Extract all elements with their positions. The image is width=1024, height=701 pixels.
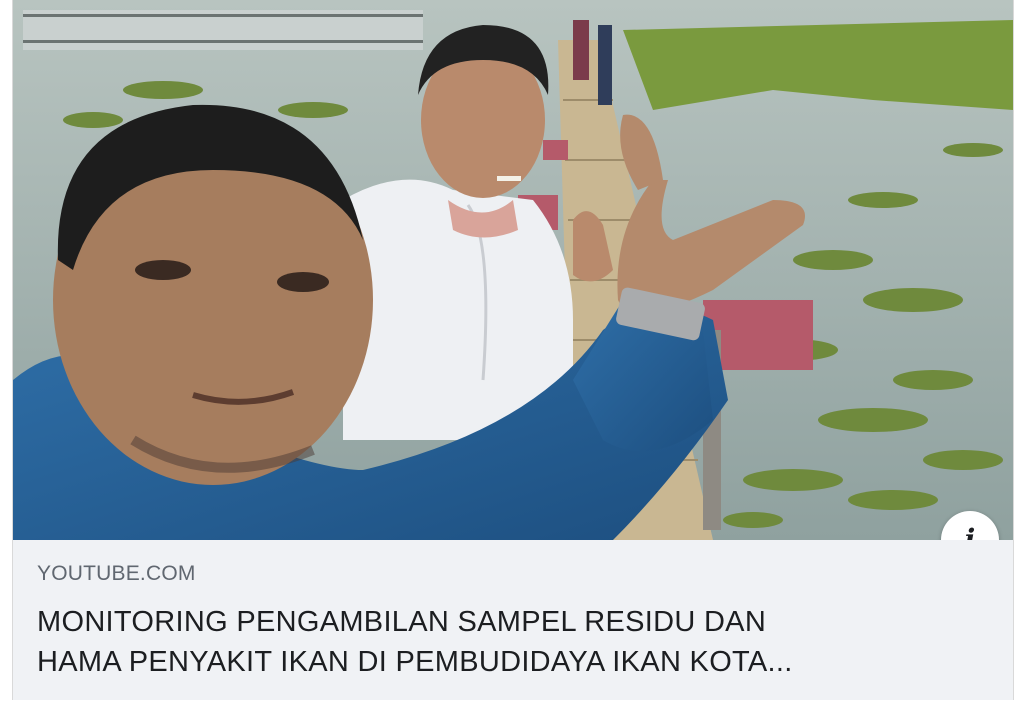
link-domain: YOUTUBE.COM [37,562,196,585]
info-icon: i [964,523,976,541]
link-title-line-1: MONITORING PENGAMBILAN SAMPEL RESIDU DAN [37,606,767,638]
link-preview-meta[interactable]: YOUTUBE.COM MONITORING PENGAMBILAN SAMPE… [13,540,1013,700]
link-preview-card[interactable]: i YOUTUBE.COM MONITORING PENGAMBILAN SAM… [12,0,1014,700]
link-title[interactable]: MONITORING PENGAMBILAN SAMPEL RESIDU DAN… [37,602,977,682]
link-title-line-2: HAMA PENYAKIT IKAN DI PEMBUDIDAYA IKAN K… [37,646,793,678]
thumbnail-illustration [13,0,1013,540]
video-thumbnail[interactable]: i [13,0,1013,540]
